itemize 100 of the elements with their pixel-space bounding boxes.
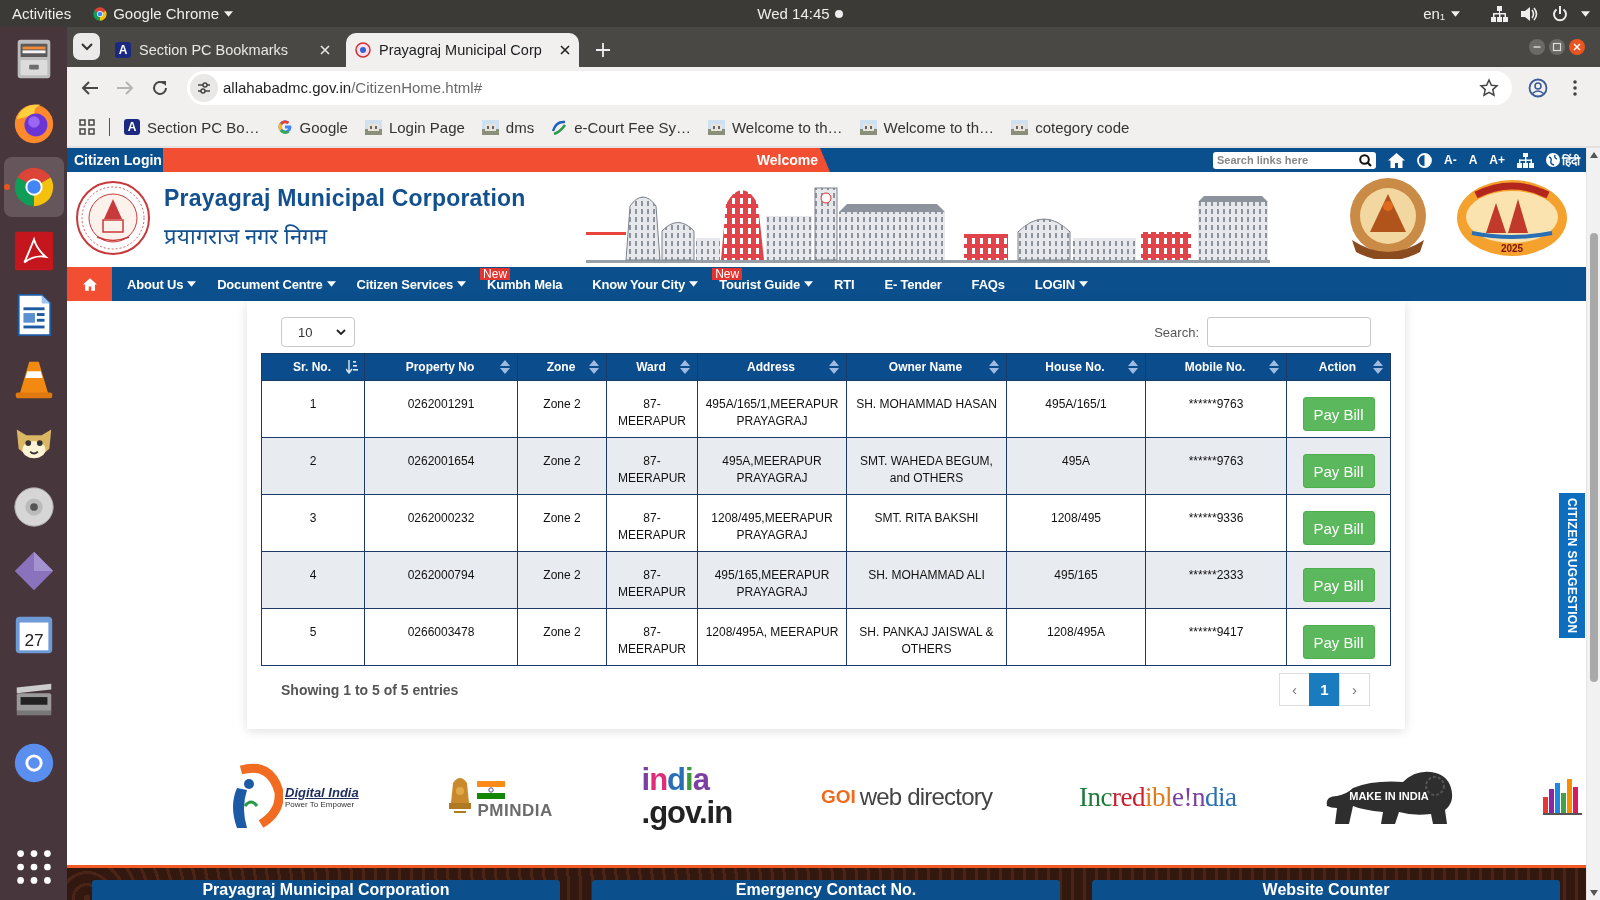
sort-icon[interactable] <box>346 360 358 374</box>
table-cell: 495/165 <box>1006 551 1146 609</box>
scroll-up-icon[interactable] <box>1589 152 1598 158</box>
next-page-button[interactable]: › <box>1339 673 1370 706</box>
table-cell: 87-MEERAPUR <box>606 494 698 552</box>
pmindia-logo[interactable]: PMINDIA <box>445 773 553 821</box>
network-icon[interactable] <box>1491 5 1508 22</box>
clock[interactable]: Wed 14:45 <box>757 5 830 22</box>
goi-web-directory-logo[interactable]: GOI web directory <box>820 783 993 811</box>
sort-icon[interactable] <box>679 360 691 374</box>
app-menu[interactable]: Google Chrome <box>92 5 234 22</box>
bookmark-star-icon[interactable] <box>1479 77 1499 98</box>
bookmark-item[interactable]: dms <box>475 114 541 140</box>
search-field[interactable]: Search links here <box>1212 151 1376 169</box>
browser-tab[interactable]: Prayagraj Municipal Corp <box>346 33 579 67</box>
dock-launcher[interactable]: 27 <box>3 605 64 665</box>
page-size-select[interactable]: 10 <box>281 317 355 347</box>
activities-button[interactable]: Activities <box>12 5 72 22</box>
table-cell: 4 <box>261 551 365 609</box>
sort-icon[interactable] <box>1268 360 1280 374</box>
digital-india-logo[interactable]: Digital India Power To Empower <box>221 762 359 832</box>
nav-link[interactable]: Document Centre <box>217 276 336 292</box>
bookmark-item[interactable]: A Section PC Bo… <box>118 114 266 140</box>
sort-icon[interactable] <box>499 360 511 374</box>
column-header[interactable]: Address <box>697 353 847 381</box>
apps-grid-icon[interactable] <box>79 119 95 135</box>
tab-search-button[interactable] <box>73 33 100 60</box>
nav-link[interactable]: Citizen Services <box>356 276 467 292</box>
new-tab-icon[interactable] <box>596 43 610 57</box>
minimize-icon[interactable] <box>1529 39 1545 55</box>
incredible-india-logo[interactable]: Incredible!ndia <box>1078 781 1237 813</box>
text-size-button[interactable]: A- <box>1443 153 1457 167</box>
scrollbar-thumb[interactable] <box>1589 233 1598 682</box>
bookmark-item[interactable]: Welcome to th… <box>701 114 849 140</box>
page-button[interactable]: 1 <box>1309 673 1340 706</box>
bookmark-item[interactable]: e-Court Fee Sy… <box>545 114 697 140</box>
ring-logo-icon <box>92 5 109 22</box>
swirl-icon <box>551 119 568 135</box>
table-cell: 0262001291 <box>364 380 518 438</box>
table-cell: 495A/165/1 <box>1006 380 1146 438</box>
sort-icon[interactable] <box>1372 360 1384 374</box>
table-cell: 0262000232 <box>364 494 518 552</box>
chevron-down-icon <box>336 329 346 335</box>
table-cell: 3 <box>261 494 365 552</box>
column-header[interactable]: Owner Name <box>846 353 1007 381</box>
text-size-button[interactable]: A <box>1468 153 1478 167</box>
search-icon[interactable] <box>1358 153 1372 167</box>
colored-bars-logo-icon[interactable] <box>1543 779 1582 815</box>
table-cell: ******9417 <box>1145 608 1287 666</box>
profile-icon[interactable] <box>1528 77 1548 98</box>
new-badge: New <box>712 267 743 280</box>
nav-link[interactable]: FAQs <box>971 276 1014 292</box>
sort-icon[interactable] <box>1127 360 1139 374</box>
browser-tab[interactable]: A Section PC Bookmarks <box>106 33 339 67</box>
close-icon[interactable] <box>1569 39 1585 55</box>
power-icon[interactable] <box>1552 5 1568 22</box>
nav-link[interactable]: RTI <box>834 276 864 292</box>
new-badge: New <box>480 267 511 280</box>
close-icon[interactable] <box>559 44 571 56</box>
sort-icon[interactable] <box>988 360 1000 374</box>
column-header[interactable]: Mobile No. <box>1145 353 1287 381</box>
home-icon[interactable] <box>1387 152 1405 168</box>
bookmark-item[interactable]: Google <box>270 114 354 140</box>
page-thumbnail-icon <box>1011 119 1029 135</box>
nav-link[interactable]: Know Your City <box>592 276 699 292</box>
sitemap-icon[interactable] <box>1517 152 1534 168</box>
previous-page-button[interactable]: ‹ <box>1279 673 1310 706</box>
volume-icon[interactable] <box>1521 5 1539 22</box>
table-cell: ******9336 <box>1145 494 1287 552</box>
table-cell: 1208/495A <box>1006 608 1146 666</box>
nav-link[interactable]: E- Tender <box>884 276 951 292</box>
site-settings-icon[interactable] <box>190 73 218 102</box>
maximize-icon[interactable] <box>1549 39 1565 55</box>
keyboard-layout-menu[interactable]: en₁ <box>1423 5 1460 22</box>
sort-icon[interactable] <box>828 360 840 374</box>
column-header[interactable]: Property No <box>364 353 518 381</box>
address-bar[interactable]: allahabadmc.gov.in/CitizenHome.html# <box>187 70 1512 105</box>
dock-launcher[interactable] <box>3 157 64 217</box>
citizen-suggestion-tab[interactable]: CITIZEN SUGGESTION <box>1559 493 1585 638</box>
table-cell: 495A <box>1006 437 1146 495</box>
bookmark-item[interactable]: cotegory code <box>1005 114 1136 140</box>
language-button[interactable]: हिंदी <box>1546 151 1580 169</box>
bookmark-item[interactable]: Welcome to th… <box>853 114 1001 140</box>
sort-icon[interactable] <box>588 360 600 374</box>
nav-link[interactable]: LOGIN <box>1034 276 1088 292</box>
home-button[interactable] <box>67 267 112 301</box>
text-size-button[interactable]: A+ <box>1489 153 1505 167</box>
column-header[interactable]: Zone <box>517 353 607 381</box>
entries-info: Showing 1 to 5 of 5 entries <box>281 681 459 698</box>
column-header[interactable]: Action <box>1286 353 1391 381</box>
scroll-down-icon[interactable] <box>1589 890 1598 896</box>
contrast-icon[interactable] <box>1416 152 1432 168</box>
column-header[interactable]: Ward <box>606 353 698 381</box>
column-header[interactable]: Sr. No. <box>261 353 365 381</box>
nav-link[interactable]: About Us <box>127 276 197 292</box>
column-header[interactable]: House No. <box>1006 353 1146 381</box>
scrollbar[interactable] <box>1586 148 1600 900</box>
table-search-field[interactable] <box>1207 317 1371 347</box>
india-gov-logo[interactable]: india .gov.in <box>639 763 735 831</box>
bookmark-item[interactable]: Login Page <box>358 114 471 140</box>
